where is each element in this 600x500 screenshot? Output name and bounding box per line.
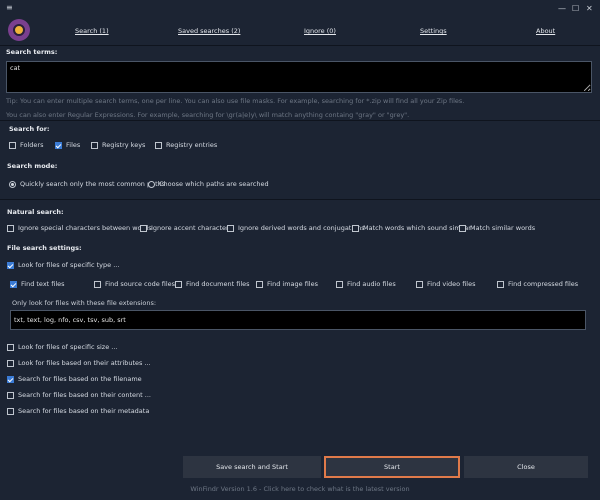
extensions-label: Only look for files with these file exte… [12,299,157,307]
checkbox-metadata[interactable]: Search for files based on their metadata [7,407,149,415]
divider [0,199,600,200]
checkbox-label: Folders [20,141,44,149]
checkbox-compressed-files[interactable]: Find compressed files [497,280,578,288]
checkbox-label: Registry keys [102,141,146,149]
tab-settings[interactable]: Settings [420,27,447,35]
search-terms-input[interactable]: cat [6,61,592,93]
checkbox-sound-similar[interactable]: Match words which sound similar [352,224,471,232]
checkbox-specific-size[interactable]: Look for files of specific size ... [7,343,117,351]
radio-quick-search[interactable]: Quickly search only the most common path… [9,180,165,188]
checkbox-label: Find source code files [105,280,176,288]
tab-ignore[interactable]: Ignore (0) [304,27,336,35]
checkbox-label: Find document files [186,280,250,288]
checkbox-box[interactable] [7,359,14,367]
checkbox-registry-entries[interactable]: Registry entries [155,141,217,149]
checkbox-box[interactable] [7,407,14,415]
checkbox-box[interactable] [227,224,234,232]
checkbox-image-files[interactable]: Find image files [256,280,318,288]
checkbox-box[interactable] [497,280,504,288]
checkbox-label: Search for files based on the filename [18,375,142,383]
tab-search[interactable]: Search (1) [75,27,109,35]
checkbox-box[interactable] [94,280,101,288]
checkbox-box[interactable] [7,343,14,351]
checkbox-label: Registry entries [166,141,218,149]
extensions-input[interactable] [10,310,586,330]
checkbox-label: Find text files [21,280,65,288]
checkbox-label: Ignore derived words and conjugations [238,224,365,232]
checkbox-box[interactable] [352,224,359,232]
checkbox-filename[interactable]: Search for files based on the filename [7,375,142,383]
checkbox-label: Look for files of specific type ... [18,261,120,269]
minimize-icon[interactable]: — [558,4,566,13]
checkbox-box[interactable] [10,280,17,288]
checkbox-label: Find audio files [347,280,396,288]
hint-file-masks: Tip: You can enter multiple search terms… [6,97,465,105]
app-logo-icon [8,19,30,41]
checkbox-ignore-derived[interactable]: Ignore derived words and conjugations [227,224,365,232]
checkbox-label: Find image files [267,280,318,288]
search-for-title: Search for: [9,125,50,133]
checkbox-label: Look for files based on their attributes… [18,359,151,367]
version-link[interactable]: WinFindr Version 1.6 - Click here to che… [0,485,600,493]
checkbox-box[interactable] [55,141,62,149]
hint-regex: You can also enter Regular Expressions. … [6,111,410,119]
checkbox-attributes[interactable]: Look for files based on their attributes… [7,359,151,367]
checkbox-box[interactable] [155,141,162,149]
start-button[interactable]: Start [324,456,460,478]
checkbox-folders[interactable]: Folders [9,141,43,149]
tab-about[interactable]: About [536,27,555,35]
radio-label: Choose which paths are searched [159,180,269,188]
search-mode-title: Search mode: [7,162,58,170]
checkbox-registry-keys[interactable]: Registry keys [91,141,145,149]
checkbox-label: Match words which sound similar [363,224,471,232]
save-search-and-start-button[interactable]: Save search and Start [183,456,321,478]
checkbox-video-files[interactable]: Find video files [416,280,476,288]
checkbox-specific-type[interactable]: Look for files of specific type ... [7,261,119,269]
checkbox-box[interactable] [336,280,343,288]
checkbox-ignore-special[interactable]: Ignore special characters between words [7,224,152,232]
checkbox-box[interactable] [459,224,466,232]
natural-search-title: Natural search: [7,208,64,216]
checkbox-content[interactable]: Search for files based on their content … [7,391,151,399]
checkbox-box[interactable] [7,391,14,399]
checkbox-box[interactable] [9,141,16,149]
checkbox-box[interactable] [256,280,263,288]
checkbox-box[interactable] [175,280,182,288]
checkbox-label: Look for files of specific size ... [18,343,118,351]
checkbox-label: Ignore special characters between words [18,224,152,232]
checkbox-files[interactable]: Files [55,141,80,149]
checkbox-label: Search for files based on their content … [18,391,151,399]
checkbox-label: Match similar words [470,224,536,232]
checkbox-box[interactable] [140,224,147,232]
radio-choose-paths[interactable]: Choose which paths are searched [148,180,269,188]
checkbox-ignore-accent[interactable]: Ignore accent characters [140,224,232,232]
checkbox-box[interactable] [7,375,14,383]
checkbox-box[interactable] [91,141,98,149]
checkbox-similar-words[interactable]: Match similar words [459,224,535,232]
checkbox-document-files[interactable]: Find document files [175,280,250,288]
close-icon[interactable]: ✕ [586,4,593,13]
close-button[interactable]: Close [464,456,588,478]
radio-label: Quickly search only the most common path… [20,180,166,188]
checkbox-label: Find video files [427,280,476,288]
search-terms-title: Search terms: [6,48,58,56]
checkbox-label: Files [66,141,81,149]
checkbox-label: Search for files based on their metadata [18,407,150,415]
checkbox-text-files[interactable]: Find text files [10,280,65,288]
checkbox-audio-files[interactable]: Find audio files [336,280,396,288]
divider [0,120,600,121]
tab-saved-searches[interactable]: Saved searches (2) [178,27,240,35]
radio-circle[interactable] [148,180,155,188]
checkbox-box[interactable] [7,224,14,232]
radio-circle[interactable] [9,180,16,188]
checkbox-box[interactable] [416,280,423,288]
menu-icon[interactable]: ≡ [6,3,13,12]
checkbox-source-code-files[interactable]: Find source code files [94,280,175,288]
file-search-settings-title: File search settings: [7,244,82,252]
checkbox-label: Ignore accent characters [151,224,233,232]
maximize-icon[interactable]: ☐ [572,4,579,13]
checkbox-box[interactable] [7,261,14,269]
divider [0,45,600,46]
checkbox-label: Find compressed files [508,280,579,288]
